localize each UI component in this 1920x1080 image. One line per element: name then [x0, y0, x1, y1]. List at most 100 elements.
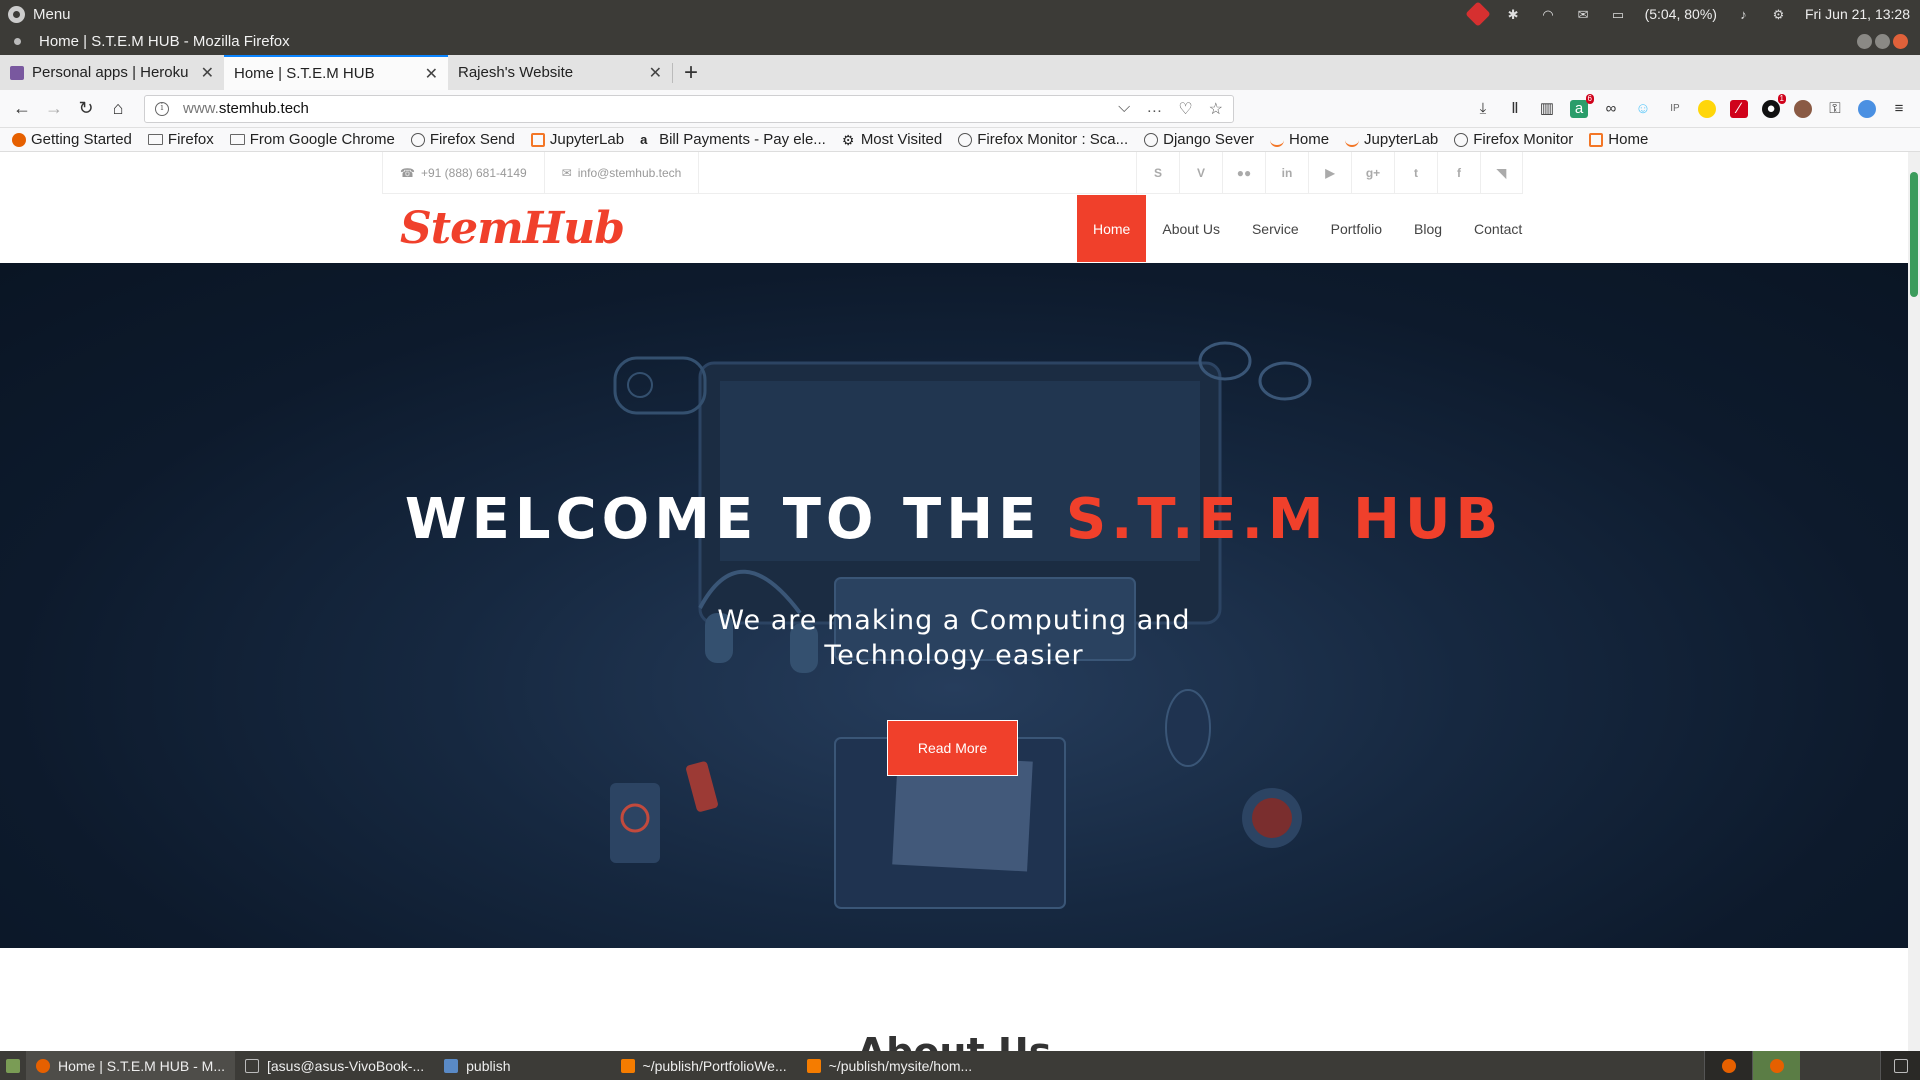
back-button[interactable]: ←: [6, 94, 38, 124]
download-icon[interactable]: ⤓: [1474, 100, 1492, 118]
tab-heroku[interactable]: Personal apps | Heroku ✕: [0, 55, 224, 90]
bookmark-django-sever[interactable]: Django Sever: [1144, 131, 1254, 148]
smiley-icon[interactable]: ☺: [1634, 100, 1652, 118]
wifi-icon[interactable]: ◠: [1540, 7, 1557, 22]
tab-stemhub[interactable]: Home | S.T.E.M HUB ✕: [224, 55, 448, 90]
taskbar-item-firefox[interactable]: Home | S.T.E.M HUB - M...: [26, 1051, 235, 1080]
tab-rajesh[interactable]: Rajesh's Website ✕: [448, 55, 672, 90]
bookmark-home[interactable]: Home: [1270, 131, 1329, 148]
google-plus-icon[interactable]: g+: [1351, 152, 1394, 194]
notification-icon[interactable]: ● 1: [1762, 93, 1786, 118]
flickr-icon[interactable]: ●●: [1222, 152, 1265, 194]
clock[interactable]: Fri Jun 21, 13:28: [1805, 6, 1910, 22]
taskbar-item-files[interactable]: publish: [434, 1051, 520, 1080]
facebook-icon[interactable]: f: [1437, 152, 1480, 194]
bookmark-folder-firefox[interactable]: Firefox: [147, 131, 214, 148]
url-host: stemhub.tech: [218, 100, 309, 117]
glasses-icon[interactable]: ∞: [1602, 100, 1620, 118]
extension-badge-icon[interactable]: a6: [1570, 93, 1594, 118]
library-icon[interactable]: Ⅱ: [1506, 100, 1524, 118]
rss-icon[interactable]: ◥: [1480, 152, 1523, 194]
volume-icon[interactable]: ♪: [1735, 7, 1752, 22]
show-desktop-button[interactable]: [0, 1051, 26, 1080]
bookmark-jupyterlab-2[interactable]: JupyterLab: [1345, 131, 1438, 148]
taskbar-item-terminal[interactable]: [asus@asus-VivoBook-...: [235, 1051, 434, 1080]
vimeo-icon[interactable]: V: [1179, 152, 1222, 194]
bookmark-folder-chrome[interactable]: From Google Chrome: [229, 131, 395, 148]
twitter-icon[interactable]: t: [1394, 152, 1437, 194]
phone-contact[interactable]: ☎ +91 (888) 681-4149: [382, 152, 545, 194]
page-actions-icon[interactable]: …: [1146, 99, 1162, 119]
hero-subtitle-line1: We are making a Computing and: [717, 605, 1191, 636]
ip-icon[interactable]: IP: [1666, 100, 1684, 118]
shield-icon[interactable]: [1858, 99, 1876, 118]
bookmark-label: Firefox Send: [429, 131, 515, 148]
home-button[interactable]: ⌂: [102, 94, 134, 124]
page-scrollbar[interactable]: [1908, 152, 1920, 1051]
site-info-icon[interactable]: i: [155, 101, 169, 116]
toolbar-icons: ⤓ Ⅱ ▥ a6 ∞ ☺ IP ∕ ● 1 ⚿ ≡: [1474, 93, 1920, 118]
workspace-1[interactable]: [1704, 1051, 1752, 1080]
bookmark-bill-payments[interactable]: a Bill Payments - Pay ele...: [640, 131, 826, 148]
nav-service[interactable]: Service: [1236, 195, 1315, 262]
bookmark-firefox-monitor[interactable]: Firefox Monitor: [1454, 131, 1573, 148]
close-tab-icon[interactable]: ✕: [425, 64, 438, 84]
folder-icon: [147, 134, 163, 145]
taskbar-item-sublime-2[interactable]: ~/publish/mysite/hom...: [797, 1051, 983, 1080]
bookmark-getting-started[interactable]: Getting Started: [12, 131, 132, 148]
battery-icon[interactable]: ▭: [1610, 7, 1627, 22]
bookmark-jupyterlab[interactable]: JupyterLab: [530, 131, 625, 148]
hamburger-menu-icon[interactable]: ≡: [1890, 100, 1908, 118]
nav-blog[interactable]: Blog: [1398, 195, 1458, 262]
taskbar-label: Home | S.T.E.M HUB - M...: [58, 1057, 225, 1074]
youtube-icon[interactable]: ▶: [1308, 152, 1351, 194]
url-bar[interactable]: i www. stemhub.tech ⌵ … ♡ ☆: [144, 94, 1234, 123]
settings-icon[interactable]: ⚙: [1770, 7, 1787, 22]
pocket-icon[interactable]: ♡: [1178, 99, 1192, 119]
email-contact[interactable]: ✉ info@stemhub.tech: [545, 152, 700, 194]
mint-logo-icon: [8, 5, 25, 23]
globe-icon: [1144, 132, 1159, 147]
avatar-icon[interactable]: [1794, 99, 1812, 118]
taskbar-item-sublime-1[interactable]: ~/publish/PortfolioWe...: [611, 1051, 797, 1080]
scrollbar-thumb[interactable]: [1910, 172, 1918, 297]
workspace-2[interactable]: [1752, 1051, 1800, 1080]
window-controls: [1857, 34, 1920, 49]
close-tab-icon[interactable]: ✕: [201, 63, 214, 83]
bulb-icon[interactable]: [1698, 99, 1716, 118]
site-logo[interactable]: StemHub: [400, 203, 625, 254]
bluetooth-icon[interactable]: ✱: [1505, 7, 1522, 22]
heroku-favicon-icon: [10, 65, 24, 80]
bookmark-label: JupyterLab: [549, 131, 625, 148]
key-icon[interactable]: ⚿: [1826, 100, 1844, 118]
red-extension-icon[interactable]: ∕: [1730, 99, 1748, 118]
mail-icon[interactable]: ✉: [1575, 7, 1592, 22]
terminal-icon: [245, 1058, 259, 1073]
minimize-button[interactable]: [1857, 34, 1872, 49]
bookmark-home-2[interactable]: Home: [1589, 131, 1648, 148]
nav-about-us[interactable]: About Us: [1146, 195, 1236, 262]
bookmark-most-visited[interactable]: ⚙ Most Visited: [842, 131, 942, 148]
jupyter-arc-icon: [1345, 133, 1360, 147]
nav-contact[interactable]: Contact: [1458, 195, 1538, 262]
reload-button[interactable]: ↻: [70, 94, 102, 124]
nav-home[interactable]: Home: [1077, 195, 1147, 262]
bookmark-firefox-monitor-scan[interactable]: Firefox Monitor : Sca...: [958, 131, 1128, 148]
forward-button[interactable]: →: [38, 94, 70, 124]
sidebar-icon[interactable]: ▥: [1538, 100, 1556, 118]
bookmark-firefox-send[interactable]: Firefox Send: [410, 131, 515, 148]
skype-icon[interactable]: S: [1136, 152, 1179, 194]
linkedin-icon[interactable]: in: [1265, 152, 1308, 194]
os-menu-button[interactable]: Menu: [0, 5, 71, 23]
read-more-button[interactable]: Read More: [887, 720, 1018, 776]
maximize-button[interactable]: [1875, 34, 1890, 49]
dropdown-icon[interactable]: ⌵: [1118, 99, 1130, 119]
nav-portfolio[interactable]: Portfolio: [1315, 195, 1398, 262]
red-diamond-icon[interactable]: [1464, 1, 1491, 27]
close-tab-icon[interactable]: ✕: [649, 63, 662, 83]
window-title-bar: Home | S.T.E.M HUB - Mozilla Firefox: [0, 28, 1920, 55]
new-tab-button[interactable]: +: [673, 55, 709, 90]
trash-button[interactable]: [1880, 1051, 1920, 1080]
bookmark-star-icon[interactable]: ☆: [1209, 99, 1223, 119]
close-window-button[interactable]: [1893, 34, 1908, 49]
